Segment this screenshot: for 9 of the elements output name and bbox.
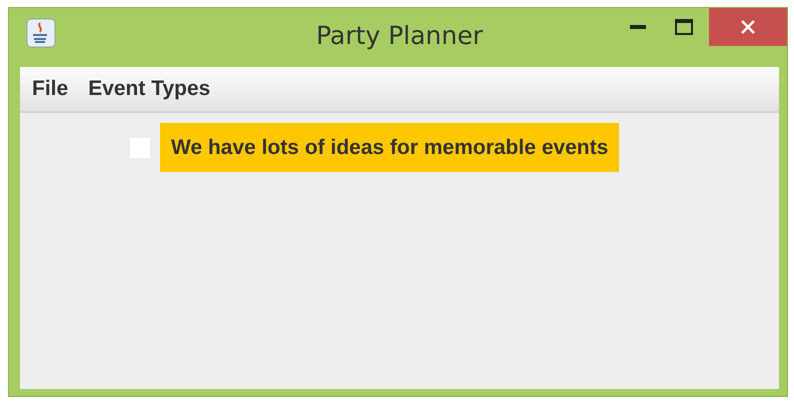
- window-title: Party Planner: [316, 21, 483, 50]
- checkbox-label: We have lots of ideas for memorable events: [160, 123, 620, 172]
- close-button[interactable]: [709, 8, 787, 46]
- menu-item[interactable]: File: [24, 75, 76, 103]
- close-icon: [740, 19, 756, 35]
- maximize-icon: [675, 19, 693, 35]
- minimize-icon: [630, 25, 646, 29]
- java-cup-icon: [26, 18, 56, 48]
- menu-item[interactable]: Event Types: [80, 75, 218, 103]
